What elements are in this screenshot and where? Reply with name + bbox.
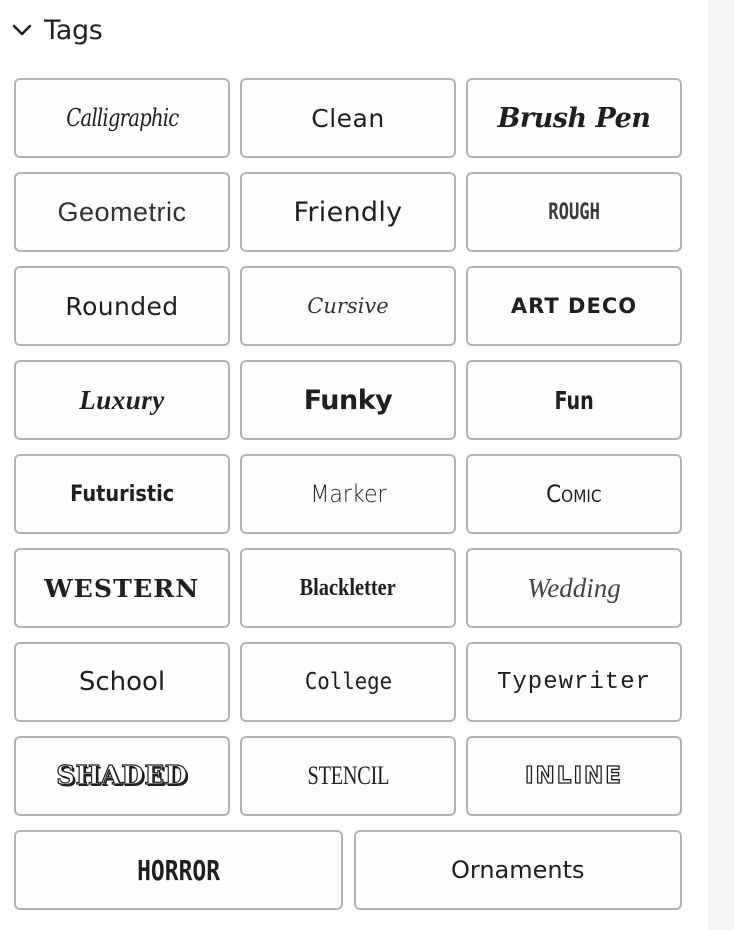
tag-inline[interactable]: INLINE xyxy=(466,736,682,816)
tag-wedding[interactable]: Wedding xyxy=(466,548,682,628)
tag-luxury[interactable]: Luxury xyxy=(14,360,230,440)
tags-panel: Tags Calligraphic Clean Brush Pen Geometric… xyxy=(0,0,708,930)
tag-label: STENCIL xyxy=(307,761,389,790)
tag-rough[interactable]: ROUGH xyxy=(466,172,682,252)
tag-label: Futuristic xyxy=(69,481,175,507)
tag-ornaments[interactable]: Ornaments xyxy=(353,830,682,910)
tag-cursive[interactable]: Cursive xyxy=(240,266,456,346)
tag-label: Typewriter xyxy=(496,668,652,696)
tag-shaded[interactable]: SHADED xyxy=(14,736,230,816)
tag-label: School xyxy=(78,667,166,697)
tag-typewriter[interactable]: Typewriter xyxy=(466,642,682,722)
tag-brush[interactable]: Brush Pen xyxy=(466,78,682,158)
tag-label: ROUGH xyxy=(548,199,600,225)
tag-label: Brush Pen xyxy=(497,102,651,134)
tag-label: Cursive xyxy=(307,294,389,318)
tag-marker[interactable]: Marker xyxy=(240,454,456,534)
tag-school[interactable]: School xyxy=(14,642,230,722)
tag-rounded[interactable]: Rounded xyxy=(14,266,230,346)
tag-label: Luxury xyxy=(79,384,165,415)
tag-label: Fun xyxy=(554,385,594,415)
tag-comic[interactable]: Comic xyxy=(466,454,682,534)
tag-label: Calligraphic xyxy=(65,104,179,132)
tag-stencil[interactable]: STENCIL xyxy=(240,736,456,816)
tag-label: ART DECO xyxy=(510,294,638,318)
tag-label: INLINE xyxy=(524,762,623,789)
tag-label: Wedding xyxy=(527,572,621,603)
tag-label: Blackletter xyxy=(299,574,397,601)
tag-label: Comic xyxy=(546,480,602,508)
tag-calligraphic[interactable]: Calligraphic xyxy=(14,78,230,158)
tag-label: Marker xyxy=(309,480,387,508)
tag-blackletter[interactable]: Blackletter xyxy=(240,548,456,628)
tag-label: Friendly xyxy=(293,196,403,228)
tag-label: Clean xyxy=(311,103,385,133)
tag-western[interactable]: WESTERN xyxy=(14,548,230,628)
tag-fun[interactable]: Fun xyxy=(466,360,682,440)
chevron-down-icon xyxy=(10,18,34,42)
tag-label: Geometric xyxy=(57,196,187,227)
tag-funky[interactable]: Funky xyxy=(240,360,456,440)
tag-label: College xyxy=(304,669,392,695)
tag-label: Funky xyxy=(303,384,393,416)
tag-horror[interactable]: HORROR xyxy=(14,830,343,910)
tag-artdeco[interactable]: ART DECO xyxy=(466,266,682,346)
tag-futuristic[interactable]: Futuristic xyxy=(14,454,230,534)
scrollbar-track[interactable] xyxy=(708,0,734,930)
tag-label: Rounded xyxy=(65,291,179,321)
tag-label: Ornaments xyxy=(450,856,585,884)
tags-section-toggle[interactable]: Tags xyxy=(10,10,103,50)
tag-label: HORROR xyxy=(136,853,220,887)
tag-label: WESTERN xyxy=(44,573,200,603)
tag-friendly[interactable]: Friendly xyxy=(240,172,456,252)
tag-college[interactable]: College xyxy=(240,642,456,722)
tag-geometric[interactable]: Geometric xyxy=(14,172,230,252)
tag-clean[interactable]: Clean xyxy=(240,78,456,158)
section-title: Tags xyxy=(44,14,103,46)
tag-label: SHADED xyxy=(56,760,188,791)
